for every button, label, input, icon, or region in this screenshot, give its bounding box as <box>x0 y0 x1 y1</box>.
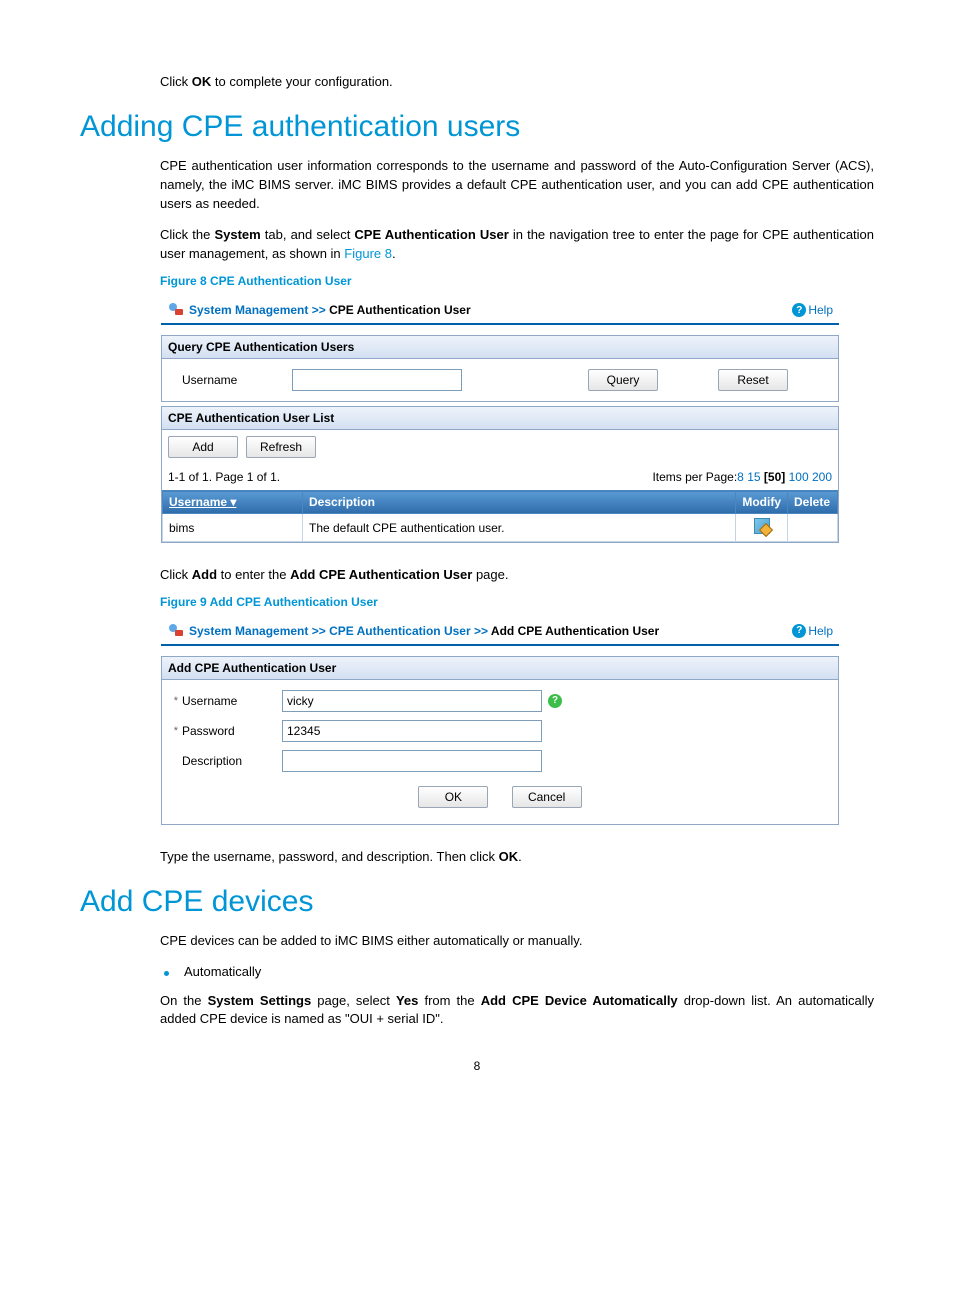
required-star: * <box>168 695 178 707</box>
description-input[interactable] <box>282 750 542 772</box>
pager-label: Items per Page: <box>652 470 737 484</box>
cell-username: bims <box>163 514 303 542</box>
text: . <box>518 849 522 864</box>
text: On the <box>160 993 208 1008</box>
text: Click <box>160 74 192 89</box>
bold-add-page: Add CPE Authentication User <box>290 567 472 582</box>
ok-button[interactable]: OK <box>418 786 488 808</box>
text: page. <box>472 567 508 582</box>
th-modify: Modify <box>736 491 788 514</box>
pp-8[interactable]: 8 <box>737 470 744 484</box>
bullet-list: Automatically <box>160 964 874 979</box>
page-number: 8 <box>80 1059 874 1073</box>
refresh-button[interactable]: Refresh <box>246 436 316 458</box>
paragraph-auto-add: On the System Settings page, select Yes … <box>160 992 874 1030</box>
required-star: * <box>168 725 178 737</box>
bold-add-cpe-auto: Add CPE Device Automatically <box>481 993 678 1008</box>
figure-8-screenshot: System Management >> CPE Authentication … <box>160 296 840 548</box>
paragraph-devices-intro: CPE devices can be added to iMC BIMS eit… <box>160 932 874 951</box>
password-input[interactable] <box>282 720 542 742</box>
paragraph-instructions: Click the System tab, and select CPE Aut… <box>160 226 874 264</box>
description-label: Description <box>182 754 282 768</box>
text: to complete your configuration. <box>211 74 392 89</box>
help-icon: ? <box>792 303 806 317</box>
cell-delete <box>788 514 838 542</box>
help-icon: ? <box>792 624 806 638</box>
breadcrumb-current: CPE Authentication User <box>329 303 471 317</box>
breadcrumb-sep: >> <box>312 624 326 638</box>
heading-adding-cpe-auth-users: Adding CPE authentication users <box>80 110 874 144</box>
breadcrumb: System Management >> CPE Authentication … <box>161 297 839 325</box>
hint-icon[interactable]: ? <box>548 694 562 708</box>
text: . <box>392 246 396 261</box>
text: Click the <box>160 227 214 242</box>
list-panel-header: CPE Authentication User List <box>162 407 838 430</box>
bold-ok: OK <box>499 849 519 864</box>
ok-bold: OK <box>192 74 212 89</box>
pp-50: [50] <box>764 470 785 484</box>
text: Type the username, password, and descrip… <box>160 849 499 864</box>
cell-description: The default CPE authentication user. <box>303 514 736 542</box>
paragraph-description: CPE authentication user information corr… <box>160 157 874 214</box>
add-user-panel-header: Add CPE Authentication User <box>162 657 838 680</box>
help-link[interactable]: ? Help <box>792 624 833 638</box>
reset-button[interactable]: Reset <box>718 369 788 391</box>
th-username[interactable]: Username ▾ <box>163 491 303 514</box>
text: from the <box>418 993 480 1008</box>
bold-yes: Yes <box>396 993 418 1008</box>
help-label: Help <box>808 624 833 638</box>
breadcrumb-root[interactable]: System Management <box>189 303 308 317</box>
cancel-button[interactable]: Cancel <box>512 786 582 808</box>
text: Click <box>160 567 192 582</box>
user-table: Username ▾ Description Modify Delete bim… <box>162 490 838 542</box>
help-link[interactable]: ? Help <box>792 303 833 317</box>
username-input[interactable] <box>282 690 542 712</box>
intro-paragraph: Click OK to complete your configuration. <box>160 73 874 92</box>
table-row: bims The default CPE authentication user… <box>163 514 838 542</box>
modify-icon[interactable] <box>754 518 770 534</box>
list-item: Automatically <box>160 964 874 979</box>
text: page, select <box>311 993 396 1008</box>
paragraph-type-info: Type the username, password, and descrip… <box>160 848 874 867</box>
breadcrumb-l2[interactable]: CPE Authentication User <box>329 624 471 638</box>
bold-cpe-auth: CPE Authentication User <box>354 227 508 242</box>
text: tab, and select <box>261 227 355 242</box>
query-button[interactable]: Query <box>588 369 658 391</box>
bold-system: System <box>214 227 260 242</box>
th-description: Description <box>303 491 736 514</box>
breadcrumb-sep: >> <box>312 303 326 317</box>
breadcrumb-current: Add CPE Authentication User <box>491 624 659 638</box>
breadcrumb-sep: >> <box>474 624 488 638</box>
query-panel-header: Query CPE Authentication Users <box>162 336 838 359</box>
list-panel: CPE Authentication User List Add Refresh… <box>161 406 839 543</box>
password-label: Password <box>182 724 282 738</box>
th-delete: Delete <box>788 491 838 514</box>
figure-8-caption: Figure 8 CPE Authentication User <box>160 274 874 288</box>
breadcrumb: System Management >> CPE Authentication … <box>161 618 839 646</box>
help-label: Help <box>808 303 833 317</box>
username-input[interactable] <box>292 369 462 391</box>
username-label: Username <box>182 694 282 708</box>
figure-link[interactable]: Figure 8 <box>344 246 392 261</box>
pager-status: 1-1 of 1. Page 1 of 1. <box>168 470 280 484</box>
bold-add: Add <box>192 567 217 582</box>
add-user-panel: Add CPE Authentication User * Username ?… <box>161 656 839 825</box>
username-label: Username <box>172 373 272 387</box>
figure-9-caption: Figure 9 Add CPE Authentication User <box>160 595 874 609</box>
pp-15[interactable]: 15 <box>747 470 760 484</box>
query-panel: Query CPE Authentication Users Username … <box>161 335 839 402</box>
add-button[interactable]: Add <box>168 436 238 458</box>
pp-100[interactable]: 100 <box>789 470 809 484</box>
text: to enter the <box>217 567 290 582</box>
system-icon <box>167 622 185 640</box>
paragraph-click-add: Click Add to enter the Add CPE Authentic… <box>160 566 874 585</box>
items-per-page: Items per Page:8 15 [50] 100 200 <box>652 470 832 484</box>
heading-add-cpe-devices: Add CPE devices <box>80 885 874 919</box>
bold-system-settings: System Settings <box>208 993 312 1008</box>
figure-9-screenshot: System Management >> CPE Authentication … <box>160 617 840 830</box>
pp-200[interactable]: 200 <box>812 470 832 484</box>
breadcrumb-root[interactable]: System Management <box>189 624 308 638</box>
system-icon <box>167 301 185 319</box>
